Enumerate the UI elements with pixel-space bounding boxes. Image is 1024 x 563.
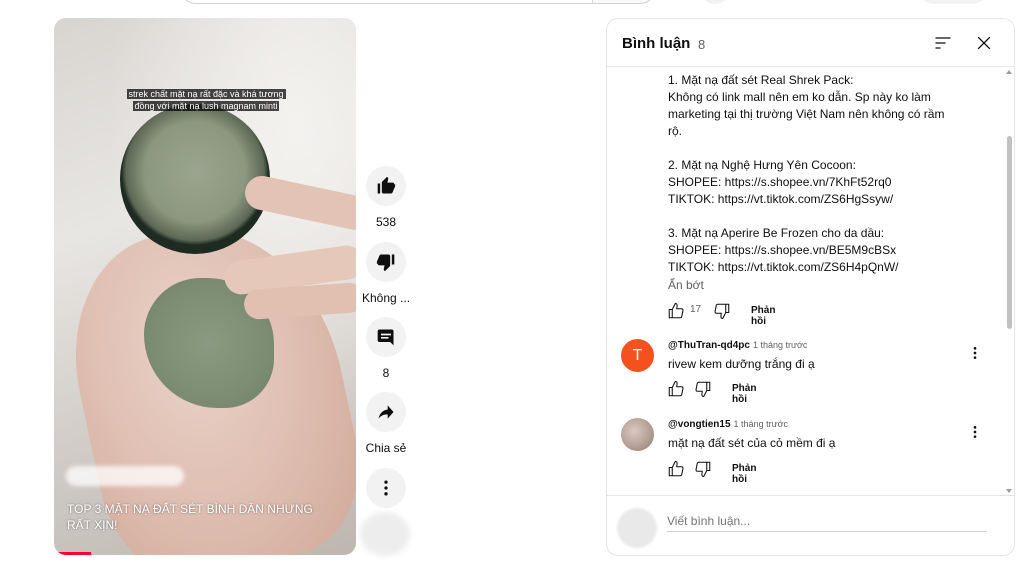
like-button[interactable]	[366, 166, 406, 206]
comment-text: rivew kem dưỡng trắng đi ạ	[668, 357, 815, 371]
reply-button[interactable]: Phản hồi	[732, 383, 756, 405]
video-title[interactable]: TOP 3 MẶT NẠ ĐẤT SÉT BÌNH DÂN NHƯNG RẤT …	[67, 501, 337, 533]
share-action: Chia sẻ	[362, 392, 410, 455]
like-action: 538	[362, 166, 410, 229]
thumbs-down-icon[interactable]	[694, 380, 712, 398]
comment-paragraph: 1. Mặt nạ đất sét Real Shrek Pack: Không…	[668, 73, 945, 138]
share-label: Chia sẻ	[365, 441, 407, 455]
comment-author[interactable]: @ThuTran-qd4pc 1 tháng trước	[668, 340, 807, 351]
video-progress-bar[interactable]	[58, 552, 92, 555]
show-less-link[interactable]: Ẩn bớt	[668, 278, 704, 292]
top-bar	[0, 0, 1024, 6]
thumbs-up-icon[interactable]	[667, 302, 685, 320]
thumbs-down-icon[interactable]	[713, 302, 731, 320]
channel-info-blurred[interactable]	[66, 466, 184, 486]
reply-button[interactable]: Phản hồi	[751, 305, 775, 327]
more-vert-icon[interactable]	[967, 424, 983, 440]
comments-header: Bình luận 8	[607, 19, 1014, 67]
voice-search-button[interactable]	[700, 0, 730, 4]
like-count: 538	[375, 215, 397, 229]
search-box[interactable]	[180, 0, 656, 4]
comments-panel: Bình luận 8 1. Mặt nạ đất sét Real Shrek…	[606, 18, 1015, 556]
more-options-button[interactable]	[366, 468, 406, 508]
channel-avatar-blurred[interactable]	[360, 512, 410, 556]
comment-paragraph: 3. Mặt nạ Aperire Be Frozen cho da dầu: …	[668, 226, 899, 274]
comment-input-row	[607, 495, 1014, 555]
avatar[interactable]: T	[621, 339, 654, 372]
expanded-comment-text: 1. Mặt nạ đất sét Real Shrek Pack: Không…	[668, 72, 958, 276]
comment-time: 1 tháng trước	[752, 340, 808, 350]
dislike-button[interactable]	[366, 242, 406, 282]
reply-button[interactable]: Phản hồi	[732, 463, 756, 485]
comment-text: mặt nạ đất sét của cỏ mềm đi ạ	[668, 436, 836, 450]
dislike-action: Không ...	[362, 242, 410, 305]
thumbs-up-icon[interactable]	[667, 460, 685, 478]
search-button[interactable]	[592, 0, 656, 4]
comment-icon	[377, 329, 394, 346]
comments-button[interactable]	[366, 317, 406, 357]
comments-scrollbar[interactable]	[1005, 68, 1014, 495]
header-action-button[interactable]	[918, 0, 988, 4]
comment-time: 1 tháng trước	[733, 419, 788, 429]
close-icon[interactable]	[974, 33, 994, 53]
avatar[interactable]	[621, 418, 654, 451]
more-vert-icon	[384, 480, 388, 496]
comment-like-count: 17	[690, 304, 702, 315]
more-vert-icon[interactable]	[967, 345, 983, 361]
share-button[interactable]	[366, 392, 406, 432]
comments-count: 8	[698, 37, 706, 52]
comment-author[interactable]: @vongtien15 1 tháng trước	[668, 419, 788, 430]
comments-list[interactable]: 1. Mặt nạ đất sét Real Shrek Pack: Không…	[607, 68, 1014, 495]
comment-count: 8	[382, 366, 390, 380]
share-icon	[378, 405, 394, 419]
comment-paragraph: 2. Mặt nạ Nghệ Hưng Yên Cocoon: SHOPEE: …	[668, 158, 894, 206]
scroll-up-arrow[interactable]	[1006, 70, 1012, 74]
comments-action: 8	[362, 317, 410, 380]
thumbs-down-icon	[376, 254, 395, 272]
thumbs-down-icon[interactable]	[694, 460, 712, 478]
more-action	[362, 468, 410, 508]
scrollbar-thumb[interactable]	[1007, 136, 1012, 329]
scroll-down-arrow[interactable]	[1006, 489, 1012, 493]
video-jar-top	[120, 104, 270, 254]
sort-icon[interactable]	[933, 33, 953, 53]
user-avatar	[617, 508, 657, 548]
video-caption: strek chất mặt nạ rất đặc và khá tương đ…	[126, 89, 286, 111]
thumbs-up-icon	[377, 176, 396, 194]
comment-input[interactable]	[667, 510, 987, 532]
thumbs-up-icon[interactable]	[667, 380, 685, 398]
comments-title: Bình luận	[622, 35, 691, 52]
dislike-label: Không ...	[362, 291, 411, 305]
shorts-video-player[interactable]: strek chất mặt nạ rất đặc và khá tương đ…	[54, 18, 356, 555]
